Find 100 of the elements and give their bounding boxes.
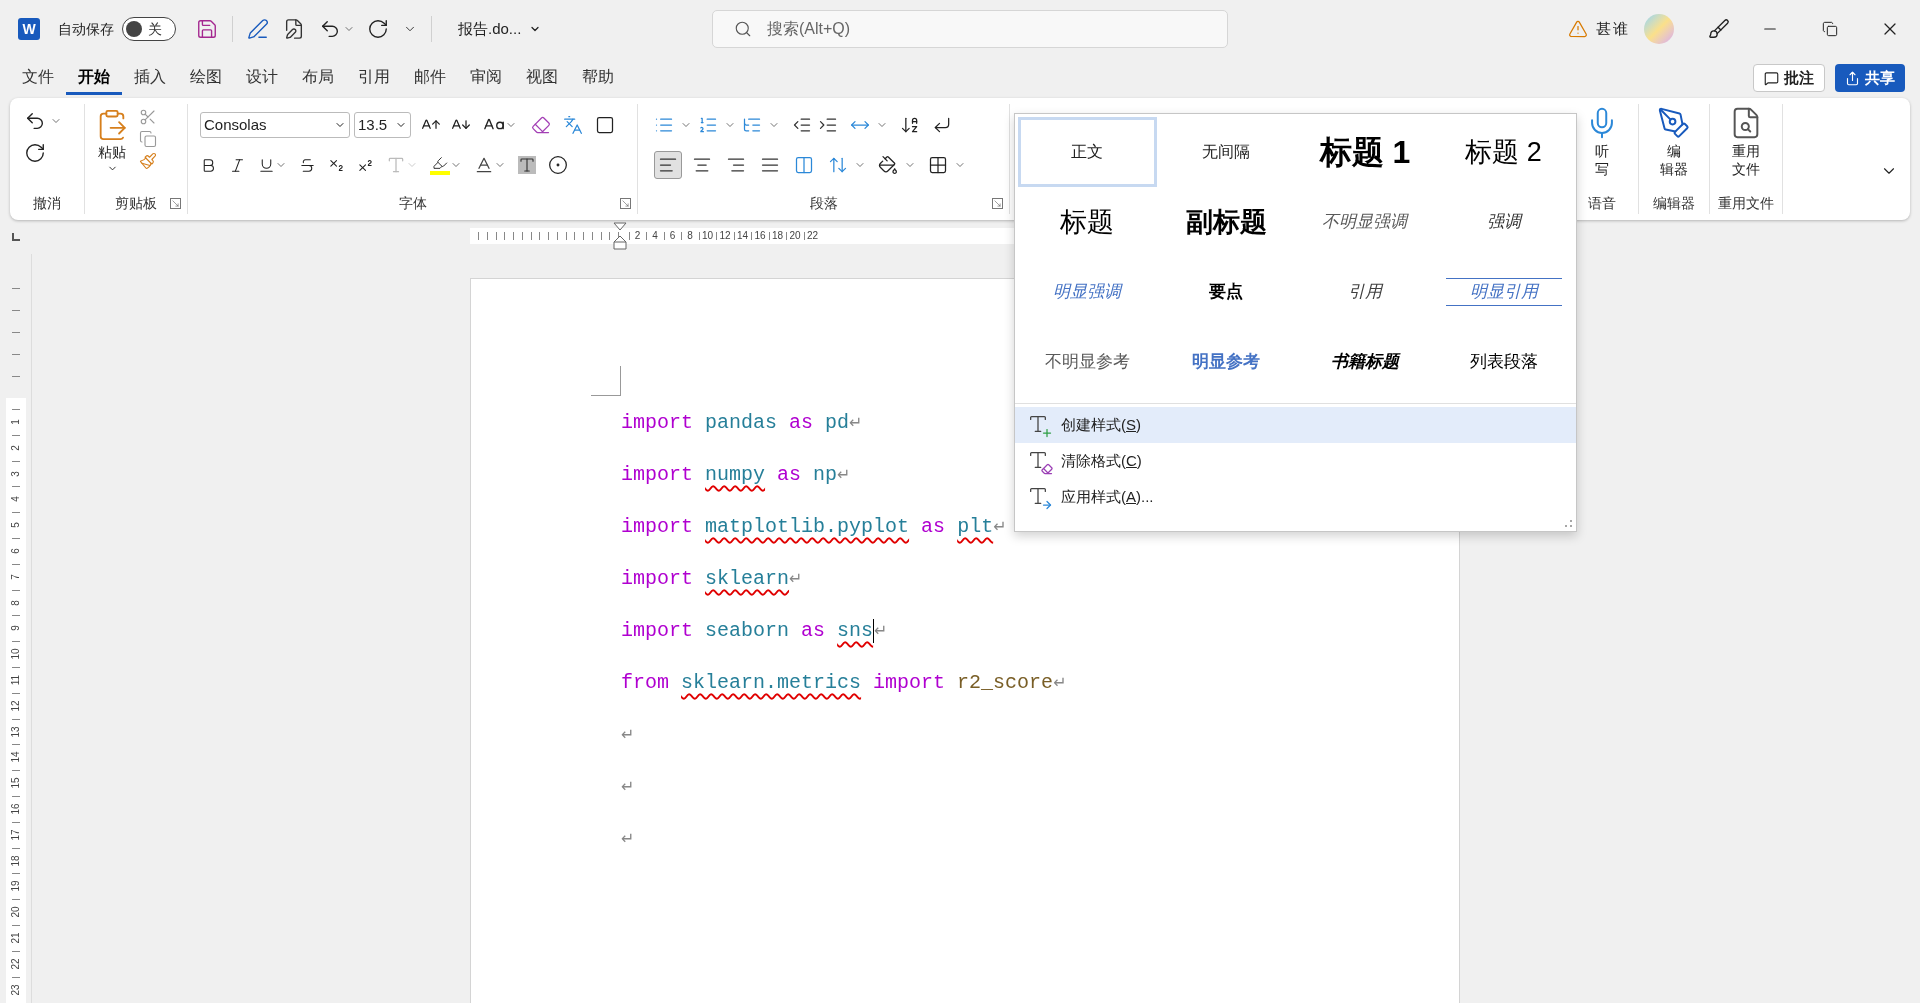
paragraph-mark: ↵ xyxy=(621,828,635,850)
font-color-icon[interactable] xyxy=(474,155,494,175)
font-eraser-icon xyxy=(1027,449,1051,473)
ruler-number: 10 xyxy=(701,229,714,243)
clear-formatting-icon[interactable] xyxy=(531,115,551,135)
redo-icon[interactable] xyxy=(367,18,389,40)
paragraph-mark: ↵ xyxy=(621,724,635,746)
ribbon-tab[interactable]: 插入 xyxy=(122,61,178,95)
menu-item[interactable]: 清除格式(C) xyxy=(1015,443,1576,479)
ruler-number: 15 xyxy=(10,776,22,791)
style-option[interactable]: 明显强调 xyxy=(1018,257,1157,327)
ruler-number: 14 xyxy=(736,229,749,243)
ribbon-tab[interactable]: 引用 xyxy=(346,61,402,95)
style-option[interactable]: 明显引用 xyxy=(1434,257,1573,327)
ruler-number: 18 xyxy=(771,229,784,243)
user-name: 甚谁 xyxy=(1596,18,1630,39)
format-painter-icon[interactable] xyxy=(139,152,157,170)
pen-icon[interactable] xyxy=(247,18,269,40)
search-field[interactable]: 搜索(Alt+Q) xyxy=(712,10,1228,48)
dialog-launcher-icon[interactable] xyxy=(992,198,1003,209)
italic-icon[interactable] xyxy=(229,156,246,174)
warning-icon[interactable] xyxy=(1568,19,1588,39)
ribbon-tab[interactable]: 文件 xyxy=(10,61,66,95)
font-name-select[interactable]: Consolas xyxy=(200,112,350,138)
character-border-icon[interactable] xyxy=(595,115,615,135)
ribbon-tab[interactable]: 开始 xyxy=(66,61,122,95)
line-spacing-icon[interactable] xyxy=(828,155,848,175)
numbering-icon[interactable] xyxy=(698,115,718,135)
ribbon-tab[interactable]: 帮助 xyxy=(570,61,626,95)
menu-item[interactable]: 应用样式(A)... xyxy=(1015,479,1576,515)
group-label: 撤消 xyxy=(33,193,61,213)
style-option[interactable]: 引用 xyxy=(1295,257,1435,327)
paste-button[interactable]: 粘贴 xyxy=(95,108,129,192)
align-button[interactable] xyxy=(654,151,682,179)
ruler-number: 19 xyxy=(10,879,22,894)
style-option[interactable]: 副标题 xyxy=(1156,187,1296,257)
style-option[interactable]: 标题 1 xyxy=(1295,117,1435,187)
ribbon-tab[interactable]: 审阅 xyxy=(458,61,514,95)
restore-icon[interactable] xyxy=(1822,21,1838,37)
resize-grip-icon[interactable] xyxy=(1564,519,1572,527)
document-name-button[interactable]: 报告.do... xyxy=(458,17,542,41)
ribbon-tab[interactable]: 视图 xyxy=(514,61,570,95)
group-label: 语音 xyxy=(1588,193,1616,213)
menu-item[interactable]: 创建样式(S) xyxy=(1015,407,1576,443)
style-option[interactable]: 不明显强调 xyxy=(1295,187,1435,257)
ruler-number: 13 xyxy=(10,725,22,740)
save-icon[interactable] xyxy=(196,18,218,40)
ruler-number: 22 xyxy=(806,229,819,243)
ruler-number: 18 xyxy=(10,854,22,869)
group-label: 编辑器 xyxy=(1653,193,1695,213)
redo-icon[interactable] xyxy=(24,142,46,164)
paragraph-mark: ↵ xyxy=(849,412,863,434)
style-option[interactable]: 无间隔 xyxy=(1156,117,1296,187)
indent-marker-icon[interactable] xyxy=(613,222,627,250)
shading-icon[interactable] xyxy=(878,155,898,175)
copy-icon[interactable] xyxy=(139,130,157,148)
ruler-number: 12 xyxy=(10,699,22,714)
underline-icon[interactable] xyxy=(258,156,275,174)
autosave-toggle[interactable]: 关 xyxy=(122,17,176,41)
dialog-launcher-icon[interactable] xyxy=(620,198,631,209)
code-line: import sklearn xyxy=(621,566,790,592)
ribbon-tab[interactable]: 绘图 xyxy=(178,61,234,95)
style-option[interactable]: 要点 xyxy=(1156,257,1296,327)
dialog-launcher-icon[interactable] xyxy=(170,198,181,209)
comments-button[interactable]: 批注 xyxy=(1753,64,1825,92)
ruler-number: 8 xyxy=(687,229,693,243)
brush-icon[interactable] xyxy=(1708,18,1730,40)
style-option[interactable]: 列表段落 xyxy=(1434,327,1573,397)
style-option[interactable]: 不明显参考 xyxy=(1018,327,1157,397)
borders-icon[interactable] xyxy=(928,155,948,175)
editor-button[interactable]: 编 辑器 xyxy=(1639,104,1709,192)
highlighter-icon[interactable] xyxy=(430,155,450,175)
ruler-number: 2 xyxy=(634,229,641,243)
style-option[interactable]: 明显参考 xyxy=(1156,327,1296,397)
file-edit-icon[interactable] xyxy=(283,18,305,40)
sort-icon[interactable] xyxy=(900,115,920,135)
character-shading-icon[interactable] xyxy=(518,156,536,174)
undo-icon[interactable] xyxy=(319,18,341,40)
reuse-files-button[interactable]: 重用 文件 xyxy=(1710,104,1782,192)
ribbon-tab[interactable]: 设计 xyxy=(234,61,290,95)
share-button[interactable]: 共享 xyxy=(1835,64,1905,92)
tab-stop-icon[interactable] xyxy=(12,233,20,241)
paragraph-mark: ↵ xyxy=(837,464,851,486)
style-option[interactable]: 标题 xyxy=(1018,187,1157,257)
cut-icon[interactable] xyxy=(139,108,157,126)
ruler-number: 8 xyxy=(10,598,22,608)
undo-icon[interactable] xyxy=(24,110,46,132)
ruler-number: 21 xyxy=(10,931,22,946)
strikethrough-icon[interactable] xyxy=(299,156,316,174)
style-option[interactable]: 正文 xyxy=(1018,117,1157,187)
ribbon-tab[interactable]: 邮件 xyxy=(402,61,458,95)
ruler-number: 20 xyxy=(789,229,801,243)
word-logo: W xyxy=(18,18,40,40)
ruler-number: 16 xyxy=(10,802,22,817)
autosave-label: 自动保存 xyxy=(58,19,114,39)
phonetic-guide-icon[interactable] xyxy=(563,115,583,135)
ribbon-tab[interactable]: 布局 xyxy=(290,61,346,95)
font-size-select[interactable]: 13.5 xyxy=(354,112,411,138)
enclose-character-icon[interactable] xyxy=(548,155,568,175)
style-option[interactable]: 书籍标题 xyxy=(1295,327,1435,397)
